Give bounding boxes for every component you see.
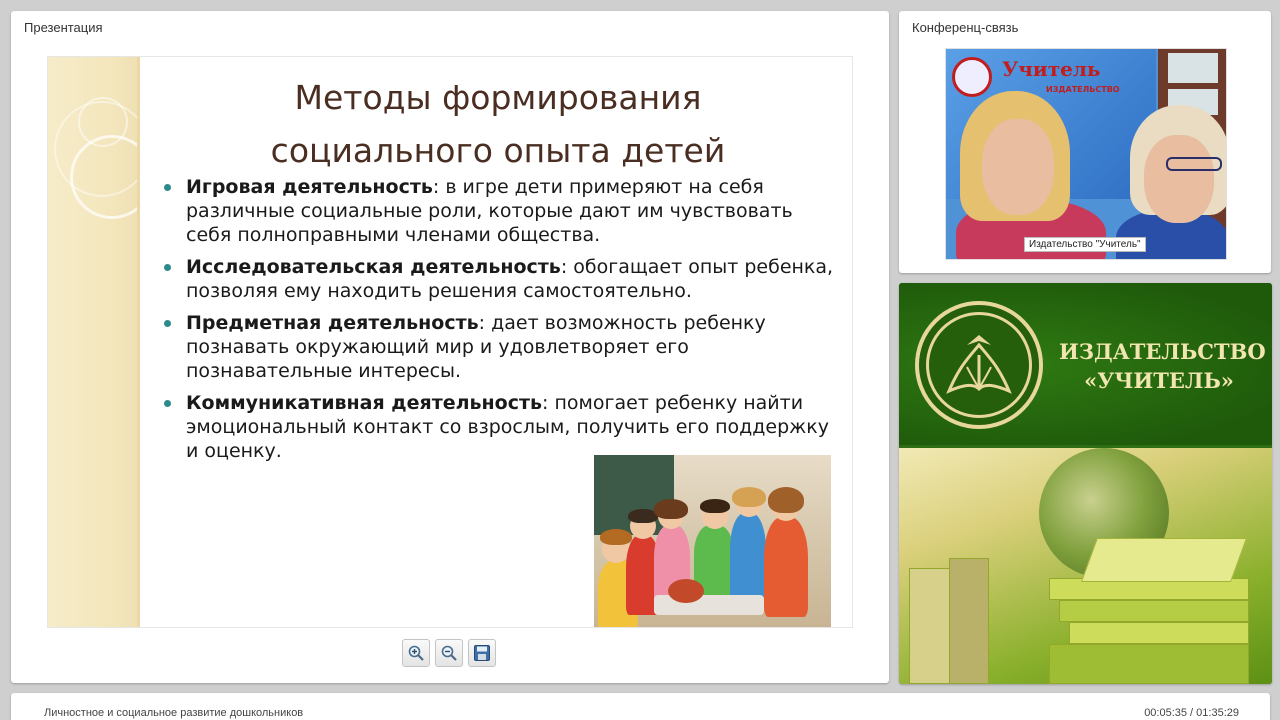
item-term: Предметная деятельность — [186, 312, 479, 334]
bullet-dot — [164, 320, 171, 327]
list-item: Коммуникативная деятельность: помогает р… — [164, 391, 840, 463]
slide: Методы формирования социального опыта де… — [47, 56, 853, 628]
zoom-in-icon — [408, 645, 424, 661]
children-photo — [594, 455, 831, 627]
presentation-panel: Презентация Методы формирования социальн… — [11, 11, 889, 683]
publisher-name: ИЗДАТЕЛЬСТВО «УЧИТЕЛЬ» — [1059, 337, 1266, 395]
save-icon — [474, 645, 490, 661]
publisher-logo-icon — [915, 301, 1043, 429]
footer-bar: Личностное и социальное развитие дошколь… — [11, 693, 1270, 720]
panel-title-presentation: Презентация — [24, 20, 103, 35]
playback-time: 00:05:35 / 01:35:29 — [1144, 707, 1239, 719]
bullet-dot — [164, 400, 171, 407]
item-term: Исследовательская деятельность — [186, 256, 561, 278]
list-item: Исследовательская деятельность: обогащае… — [164, 255, 840, 303]
zoom-in-button[interactable] — [402, 639, 430, 667]
banner-text: Учитель — [1002, 57, 1101, 81]
bullet-dot — [164, 184, 171, 191]
video-caption: Издательство "Учитель" — [1024, 237, 1146, 252]
publisher-name-line2: «УЧИТЕЛЬ» — [1084, 368, 1234, 393]
publisher-banner-top: ИЗДАТЕЛЬСТВО «УЧИТЕЛЬ» — [899, 283, 1272, 445]
zoom-out-icon — [441, 645, 457, 661]
publisher-banner: ИЗДАТЕЛЬСТВО «УЧИТЕЛЬ» — [899, 283, 1272, 684]
list-item: Предметная деятельность: дает возможност… — [164, 311, 840, 383]
course-title: Личностное и социальное развитие дошколь… — [44, 707, 304, 719]
slide-bullet-list: Игровая деятельность: в игре дети пример… — [164, 175, 840, 471]
video-feed[interactable]: Учитель ИЗДАТЕЛЬСТВО Издательство "Учите… — [945, 48, 1227, 260]
panel-title-conference: Конференц-связь — [912, 20, 1019, 35]
list-item: Игровая деятельность: в игре дети пример… — [164, 175, 840, 247]
publisher-name-line1: ИЗДАТЕЛЬСТВО — [1059, 339, 1266, 364]
slide-decor-band — [48, 57, 154, 627]
banner-logo — [952, 57, 992, 97]
item-term: Коммуникативная деятельность — [186, 392, 543, 414]
slide-title: Методы формирования социального опыта де… — [178, 71, 818, 177]
banner-subtext: ИЗДАТЕЛЬСТВО — [1046, 85, 1120, 94]
conference-panel: Конференц-связь Учитель ИЗДАТЕЛЬСТВО Изд… — [899, 11, 1271, 273]
item-term: Игровая деятельность — [186, 176, 433, 198]
books-globe-image — [899, 448, 1272, 684]
save-button[interactable] — [468, 639, 496, 667]
bullet-dot — [164, 264, 171, 271]
slide-title-line1: Методы формирования — [294, 78, 702, 117]
slide-title-line2: социального опыта детей — [270, 131, 726, 170]
zoom-out-button[interactable] — [435, 639, 463, 667]
